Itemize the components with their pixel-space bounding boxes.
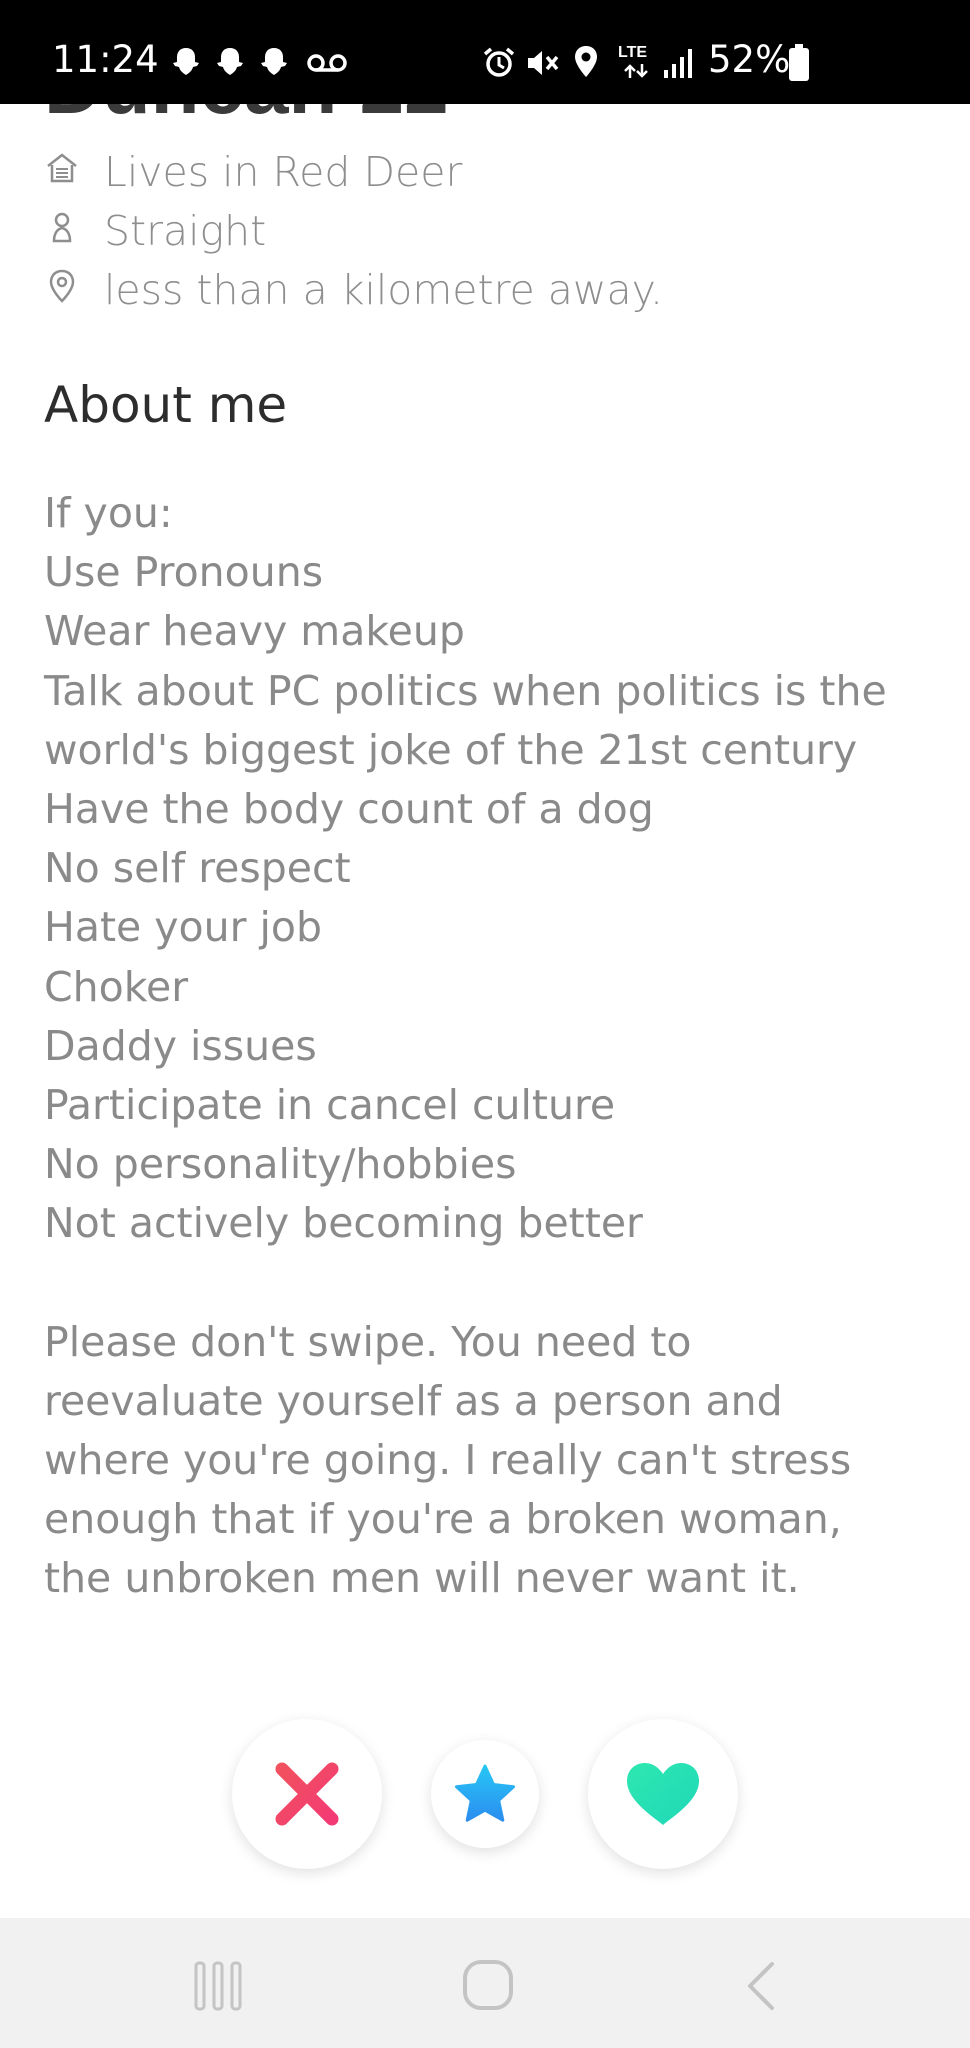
- bio-line: If you:: [44, 489, 173, 537]
- snapchat-icon: [261, 48, 287, 75]
- bio-spacer: [44, 1254, 944, 1313]
- signal-icon: [664, 49, 692, 78]
- system-nav-bar: [0, 1918, 970, 2048]
- back-icon[interactable]: [742, 1958, 782, 2014]
- battery-icon: [789, 44, 809, 81]
- detail-distance: less than a kilometre away.: [44, 260, 924, 320]
- bio-line: the unbroken men will never want it.: [44, 1554, 800, 1603]
- detail-text: Lives in Red Deer: [104, 148, 463, 196]
- snapchat-icon: [217, 48, 243, 75]
- snapchat-icon: [173, 48, 199, 75]
- bio-line: enough that if you're a broken woman,: [44, 1495, 842, 1544]
- bio-line: Wear heavy makeup: [44, 607, 465, 656]
- profile-name: Duncan 22: [44, 104, 604, 124]
- status-time: 11:24: [52, 38, 159, 81]
- bio-line: Have the body count of a dog: [44, 785, 654, 834]
- alarm-icon: [483, 47, 515, 77]
- status-bar: 11:24 LTE 52%: [0, 0, 970, 104]
- detail-lives-in: Lives in Red Deer: [44, 142, 924, 202]
- heart-icon: [627, 1763, 699, 1825]
- bio-line: Hate your job: [44, 903, 323, 952]
- like-button[interactable]: [588, 1719, 738, 1869]
- mute-icon: [528, 51, 559, 75]
- location-pin-icon: [49, 269, 75, 303]
- detail-text: Straight: [104, 207, 267, 255]
- bio-line: Participate in cancel culture: [44, 1081, 616, 1130]
- battery-percent: 52%: [708, 38, 791, 81]
- bio-line: reevaluate yourself as a person and: [44, 1376, 783, 1425]
- bio-line: Please don't swipe. You need to: [44, 1317, 692, 1366]
- star-icon: [455, 1764, 515, 1822]
- bio-line: Use Pronouns: [44, 548, 324, 597]
- person-icon: [52, 212, 72, 243]
- about-heading: About me: [44, 376, 288, 434]
- close-icon: [275, 1762, 339, 1826]
- bio-line: No personality/hobbies: [44, 1140, 517, 1189]
- bio-line: world's biggest joke of the 21st century: [44, 725, 858, 774]
- bio-line: Not actively becoming better: [44, 1199, 643, 1248]
- bio-line: Daddy issues: [44, 1021, 317, 1070]
- bio-line: Talk about PC politics when politics is …: [44, 666, 887, 715]
- location-icon: [575, 46, 597, 77]
- bio-line: No self respect: [44, 844, 351, 893]
- home-button-icon[interactable]: [460, 1957, 516, 2013]
- super-like-button[interactable]: [431, 1740, 539, 1848]
- home-icon: [47, 153, 77, 183]
- recent-apps-icon[interactable]: [190, 1958, 246, 2014]
- voicemail-icon: [307, 54, 347, 72]
- lte-icon: LTE: [618, 44, 654, 80]
- detail-orientation: Straight: [44, 201, 924, 261]
- detail-text: less than a kilometre away.: [104, 266, 664, 314]
- about-bio: If you: Use Pronouns Wear heavy makeup T…: [44, 484, 944, 1609]
- bio-line: Choker: [44, 962, 189, 1011]
- nope-button[interactable]: [232, 1719, 382, 1869]
- bio-line: where you're going. I really can't stres…: [44, 1436, 852, 1485]
